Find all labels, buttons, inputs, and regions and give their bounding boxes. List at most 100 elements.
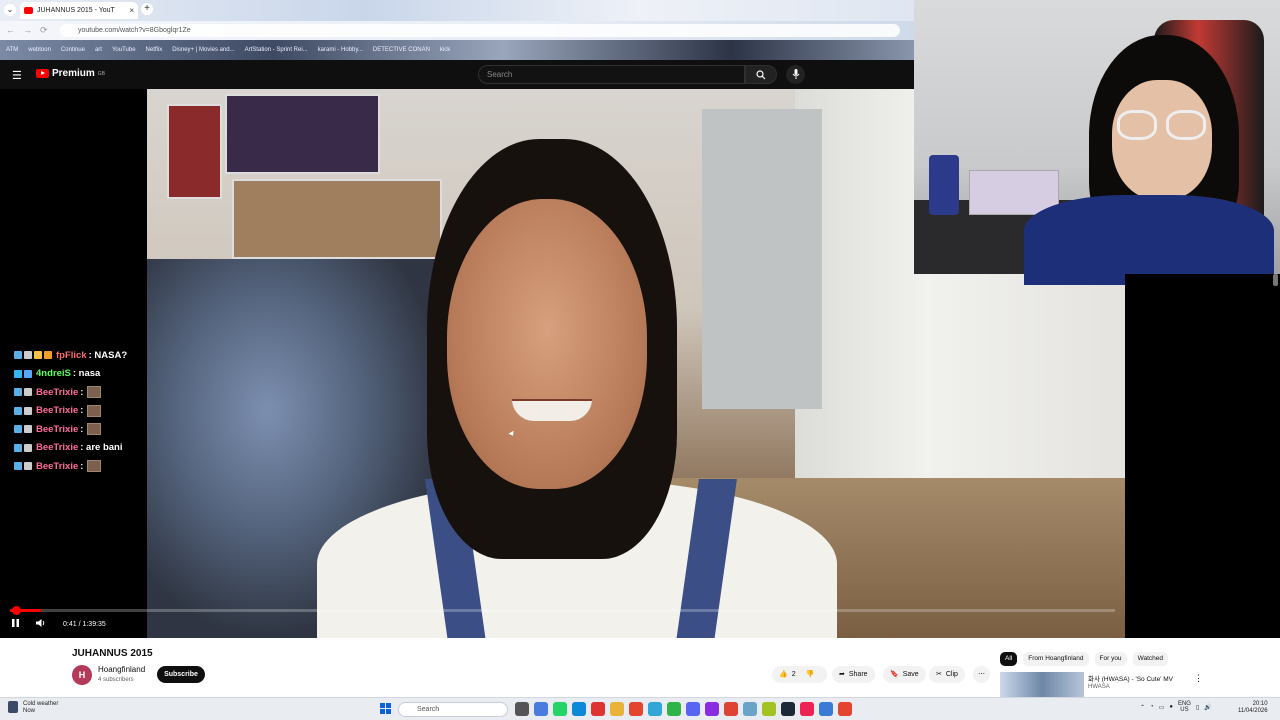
chat-message: BeeTrixie : [14, 457, 154, 476]
pinned-apps [515, 702, 852, 716]
weather-time: Now [23, 708, 36, 714]
wifi-icon[interactable]: ◔ [1150, 704, 1154, 710]
chat-username[interactable]: BeeTrixie [36, 461, 78, 472]
search-input[interactable]: Search [478, 65, 745, 84]
chat-message: BeeTrixie : are bani [14, 439, 154, 458]
taskbar-search[interactable]: Search [398, 702, 508, 717]
close-tab-icon[interactable]: × [129, 6, 134, 15]
chrome-icon[interactable] [838, 702, 852, 716]
youtube-logo[interactable]: Premium GB [36, 68, 105, 79]
system-tray: ⌃ ◔ ▭ ● ENG US ▯ 🔊 [1140, 701, 1212, 713]
chat-username[interactable]: BeeTrixie [36, 442, 78, 453]
logo-region: GB [97, 70, 106, 77]
windows-start-icon[interactable] [380, 703, 391, 714]
subscribe-button[interactable]: Subscribe [157, 666, 205, 683]
bookmark[interactable]: DETECTIVE CONAN [373, 47, 430, 53]
weather-widget[interactable]: Cold weather Now [8, 701, 58, 715]
app-icon[interactable] [648, 702, 662, 716]
browser-tab[interactable]: JUHANNUS 2015 - YouT × [20, 2, 138, 19]
app-icon[interactable] [705, 702, 719, 716]
chat-username[interactable]: fpFlick [56, 350, 87, 361]
bookmark[interactable]: webtoon [28, 47, 51, 53]
like-icon[interactable]: 👍 [779, 666, 788, 683]
bookmark[interactable]: Continue [61, 47, 85, 53]
chip-for-you[interactable]: For you [1094, 652, 1127, 666]
save-button[interactable]: 🔖 Save [883, 666, 926, 683]
task-view-icon[interactable] [515, 702, 529, 716]
chat-badge-icon [24, 406, 32, 415]
pause-button[interactable] [11, 618, 20, 630]
app-icon[interactable] [724, 702, 738, 716]
nav-buttons[interactable]: ←→⟳ [6, 25, 56, 36]
clip-button[interactable]: ✂ Clip [929, 666, 965, 683]
tab-list-icon[interactable]: ⌄ [4, 4, 16, 16]
battery-icon[interactable]: ▭ [1159, 704, 1165, 711]
weather-icon [8, 701, 18, 713]
chip-watched[interactable]: Watched [1132, 652, 1168, 666]
edge-icon[interactable] [572, 702, 586, 716]
chat-username[interactable]: BeeTrixie [36, 405, 78, 416]
bookmark[interactable]: art [95, 47, 102, 53]
chat-message: BeeTrixie : [14, 420, 154, 439]
recommended-title[interactable]: 화사 (HWASA) - 'So Cute' MV [1088, 673, 1173, 683]
app-icon[interactable] [534, 702, 548, 716]
bookmark[interactable]: ATM [6, 47, 18, 53]
sidebar-dark-area [1125, 274, 1280, 638]
bookmark[interactable]: karami - Hobby... [318, 47, 363, 53]
chip-all[interactable]: All [1000, 652, 1018, 666]
app-icon[interactable] [800, 702, 814, 716]
chrome-icon[interactable] [629, 702, 643, 716]
bookmark[interactable]: kick [440, 47, 450, 53]
app-icon[interactable] [762, 702, 776, 716]
steam-icon[interactable] [781, 702, 795, 716]
discord-icon[interactable] [686, 702, 700, 716]
chat-emote-icon [87, 386, 102, 399]
channel-name[interactable]: Hoangfinland [98, 665, 145, 674]
chat-username[interactable]: 4ndreiS [36, 368, 71, 379]
bookmark[interactable]: YouTube [112, 47, 136, 53]
more-actions-button[interactable]: ⋯ [973, 666, 990, 683]
share-button[interactable]: ➦ Share [832, 666, 875, 683]
language-indicator[interactable]: ENG US [1178, 701, 1191, 713]
progress-bar[interactable] [10, 606, 1115, 615]
windows-taskbar: Cold weather Now Search ⌃ ◔ ▭ ● ENG US ▯… [0, 697, 1280, 720]
recommended-channel[interactable]: HWASA [1088, 684, 1110, 690]
clock[interactable]: 20:10 11/04/2026 [1238, 701, 1268, 715]
bookmark[interactable]: Netflix [146, 47, 163, 53]
chat-username[interactable]: BeeTrixie [36, 387, 78, 398]
app-icon[interactable] [819, 702, 833, 716]
search-button[interactable] [745, 65, 777, 84]
chat-badge-icon [14, 351, 22, 360]
chat-username[interactable]: BeeTrixie [36, 424, 78, 435]
url-field[interactable]: youtube.com/watch?v=8Gboglqr1Ze [60, 24, 900, 37]
chat-badge-icon [14, 462, 22, 471]
chat-text: : nasa [72, 368, 101, 380]
speaker-icon[interactable]: 🔊 [1204, 704, 1211, 711]
pause-icon [12, 619, 19, 627]
chip-from-channel[interactable]: From Hoangfinland [1023, 652, 1089, 666]
whatsapp-icon[interactable] [553, 702, 567, 716]
browser-tab-bar: ⌄ JUHANNUS 2015 - YouT × + [0, 0, 914, 21]
scrubber-handle[interactable] [12, 606, 21, 615]
network-icon[interactable]: ▯ [1196, 704, 1199, 711]
recommended-menu-icon[interactable]: ⋮ [1194, 673, 1203, 684]
address-bar-row: ←→⟳ youtube.com/watch?v=8Gboglqr1Ze [0, 21, 914, 40]
youtube-header: ☰ Premium GB Search [0, 60, 914, 89]
page-scrollbar[interactable] [1273, 274, 1278, 286]
bookmark[interactable]: ArtStation - Sprint Rei... [245, 47, 308, 53]
app-icon[interactable] [743, 702, 757, 716]
recommended-thumbnail[interactable] [1000, 672, 1084, 697]
app-icon[interactable] [591, 702, 605, 716]
dislike-icon[interactable]: 👎 [806, 666, 815, 683]
file-explorer-icon[interactable] [610, 702, 624, 716]
voice-search-button[interactable] [786, 65, 805, 84]
logo-text: Premium [52, 68, 95, 79]
chevron-up-icon[interactable]: ⌃ [1140, 704, 1145, 711]
channel-avatar[interactable]: H [72, 665, 92, 685]
microphone-icon[interactable]: ● [1169, 704, 1173, 710]
bookmark[interactable]: Disney+ | Movies and... [172, 47, 234, 53]
menu-icon[interactable]: ☰ [12, 69, 22, 82]
excel-icon[interactable] [667, 702, 681, 716]
volume-button[interactable] [35, 618, 46, 630]
new-tab-icon[interactable]: + [141, 3, 153, 15]
